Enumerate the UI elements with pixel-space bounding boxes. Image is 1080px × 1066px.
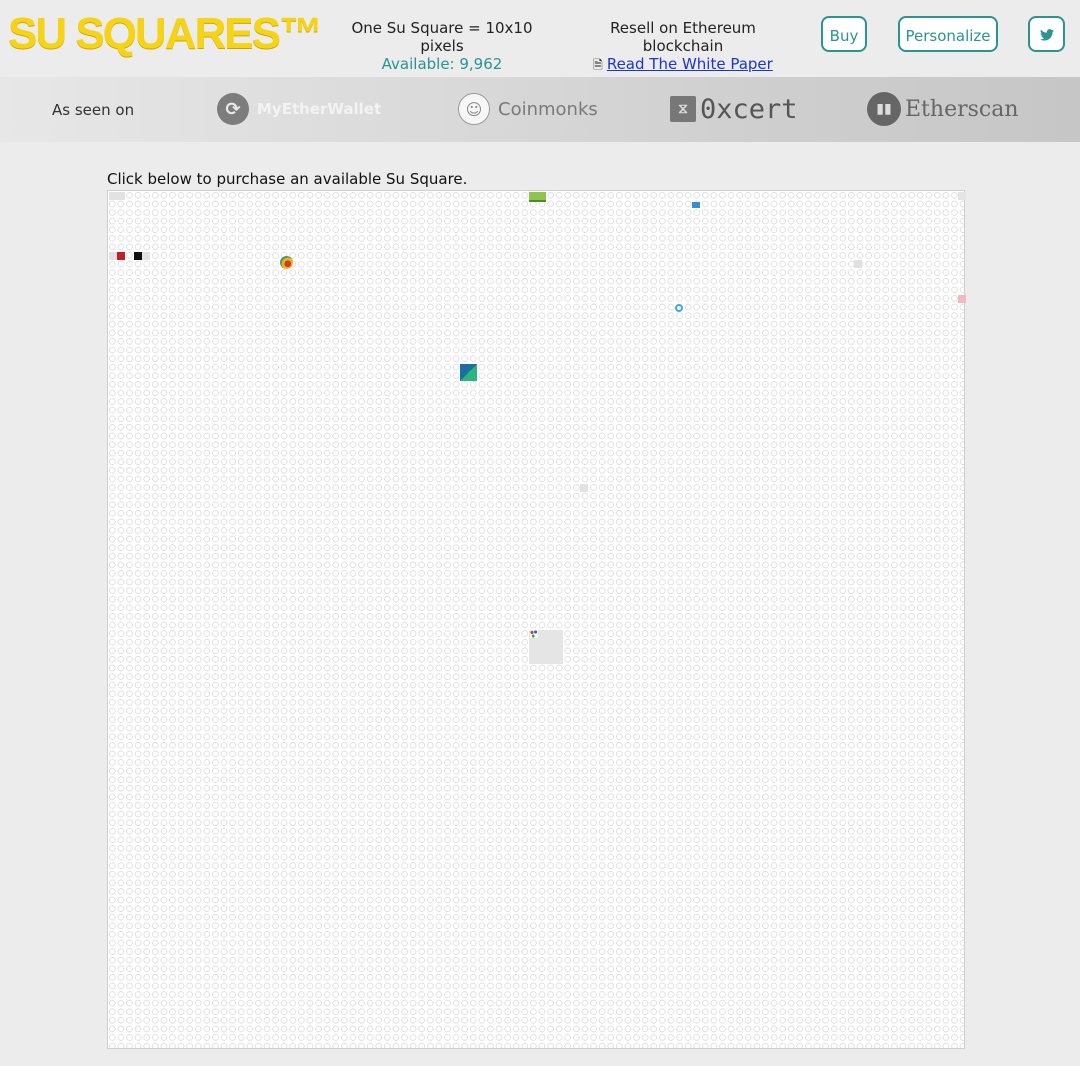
- etherscan-link[interactable]: ▮▮ Etherscan: [867, 91, 1019, 127]
- owned-square-multicolor[interactable]: [280, 256, 293, 269]
- as-seen-on-label: As seen on: [52, 101, 135, 119]
- twitter-icon: [1039, 29, 1054, 41]
- pricing-info: One Su Square = 10x10 pixels Available: …: [336, 19, 548, 73]
- etherscan-label: Etherscan: [905, 96, 1019, 122]
- owned-square-cyan[interactable]: [675, 304, 683, 312]
- buy-button[interactable]: Buy: [821, 16, 867, 52]
- header: SU SQUARES™ One Su Square = 10x10 pixels…: [0, 0, 1080, 77]
- su-squares-board[interactable]: [107, 190, 966, 1049]
- owned-square[interactable]: [142, 252, 150, 260]
- twitter-button[interactable]: [1028, 16, 1065, 52]
- su-squares-logo[interactable]: SU SQUARES™: [8, 6, 323, 62]
- white-paper-link[interactable]: Read The White Paper: [607, 55, 773, 73]
- as-seen-on-bar: As seen on ⟳ MyEtherWallet ☺ Coinmonks ⧖…: [0, 77, 1080, 142]
- myetherwallet-label: MyEtherWallet: [257, 100, 382, 118]
- resell-info: Resell on Ethereum blockchain 🗎 Read The …: [574, 19, 792, 74]
- owned-square[interactable]: [958, 192, 966, 200]
- 0xcert-link[interactable]: ⧖ 0xcert: [670, 91, 798, 127]
- myetherwallet-link[interactable]: ⟳ MyEtherWallet: [217, 91, 381, 127]
- owned-square[interactable]: [854, 260, 862, 268]
- owned-square[interactable]: [109, 252, 117, 260]
- pixel-size-text: One Su Square = 10x10 pixels: [351, 19, 533, 55]
- resell-text: Resell on Ethereum blockchain: [610, 19, 756, 55]
- owned-square[interactable]: [109, 192, 125, 200]
- coinmonks-icon: ☺: [458, 93, 490, 125]
- 0xcert-icon: ⧖: [670, 96, 696, 122]
- personalize-button[interactable]: Personalize: [898, 16, 998, 52]
- owned-square[interactable]: [580, 484, 588, 492]
- available-count: Available: 9,962: [381, 55, 503, 73]
- owned-square-green[interactable]: [529, 192, 546, 202]
- myetherwallet-icon: ⟳: [217, 93, 249, 125]
- owned-square-dots[interactable]: [530, 630, 538, 638]
- 0xcert-label: 0xcert: [700, 93, 798, 125]
- owned-square-blue[interactable]: [692, 202, 700, 208]
- coinmonks-link[interactable]: ☺ Coinmonks: [458, 91, 598, 127]
- coinmonks-label: Coinmonks: [498, 98, 598, 120]
- purchase-instruction: Click below to purchase an available Su …: [107, 170, 468, 188]
- owned-square-black[interactable]: [134, 252, 142, 260]
- pdf-icon: 🗎: [593, 58, 603, 72]
- etherscan-icon: ▮▮: [867, 92, 901, 126]
- owned-square-red[interactable]: [117, 252, 125, 260]
- owned-square-pink[interactable]: [958, 295, 966, 303]
- owned-square-logo[interactable]: [460, 364, 477, 381]
